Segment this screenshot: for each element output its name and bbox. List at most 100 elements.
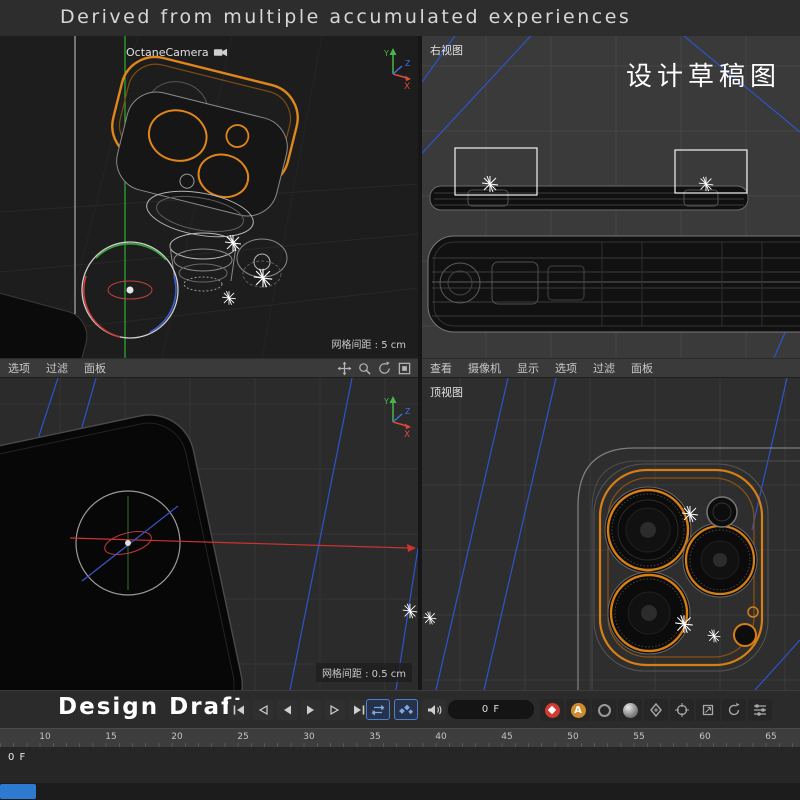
ruler-tick: 40 — [435, 732, 446, 742]
viewport-right-view[interactable]: 右视图 设计草稿图 — [422, 36, 800, 358]
menu-filter[interactable]: 过滤 — [593, 360, 615, 376]
range-start-label: 0 F — [8, 752, 26, 763]
ruler-tick: 35 — [369, 732, 380, 742]
right-view-label: 右视图 — [430, 42, 463, 58]
goto-end-icon — [352, 704, 366, 716]
previous-key-icon — [256, 704, 270, 716]
viewport-perspective[interactable]: OctaneCamera Y X Z 网格间距 : 5 cm — [0, 36, 418, 358]
autokey-button[interactable]: A — [566, 699, 590, 721]
camera-label-text: OctaneCamera — [126, 46, 209, 59]
set-key-button[interactable] — [644, 699, 668, 721]
record-position-icon — [673, 702, 691, 718]
record-scale-icon — [699, 702, 717, 718]
axis-gizmo: Y X Z — [382, 392, 414, 442]
design-draft-watermark: Design Draft — [58, 694, 246, 720]
ruler-tick: 15 — [105, 732, 116, 742]
axis-x-label: X — [404, 430, 410, 438]
loop-playback-button[interactable] — [366, 699, 390, 720]
menu-panel[interactable]: 面板 — [631, 360, 653, 376]
menu-options[interactable]: 选项 — [555, 360, 577, 376]
camera-label[interactable]: OctaneCamera — [126, 46, 228, 59]
design-sketch-watermark: 设计草稿图 — [626, 56, 781, 93]
top-banner: Derived from multiple accumulated experi… — [0, 0, 800, 36]
menu-filter[interactable]: 过滤 — [46, 360, 68, 376]
axis-y-label: Y — [383, 49, 389, 58]
record-rotation-button[interactable] — [722, 699, 746, 721]
axis-x-label: X — [404, 82, 410, 90]
perspective-scene-drawing — [0, 36, 418, 358]
grid-spacing-label: 网格间距 : 0.5 cm — [316, 663, 412, 682]
ruler-tick: 10 — [39, 732, 50, 742]
next-key-icon — [328, 704, 342, 716]
sound-icon — [426, 704, 442, 716]
menu-view[interactable]: 查看 — [430, 360, 452, 376]
set-key-icon — [647, 702, 665, 718]
ruler-tick: 55 — [633, 732, 644, 742]
keyframe-selection-icon — [598, 704, 611, 717]
timeline-scrollbar-thumb[interactable] — [0, 784, 36, 799]
ruler-tick: 50 — [567, 732, 578, 742]
record-scale-button[interactable] — [696, 699, 720, 721]
maximize-icon[interactable] — [397, 361, 412, 376]
play-icon — [304, 704, 318, 716]
play-button[interactable] — [300, 700, 322, 720]
record-keyframe-button[interactable] — [540, 699, 564, 721]
pan-icon[interactable] — [337, 361, 352, 376]
record-position-button[interactable] — [670, 699, 694, 721]
ruler-tick: 25 — [237, 732, 248, 742]
axis-gizmo: Y X Z — [382, 44, 414, 94]
keyframe-mode-icon — [398, 704, 414, 716]
viewport-top-view[interactable]: 顶视图 — [422, 378, 800, 690]
back-view-scene-drawing — [0, 378, 418, 690]
banner-title: Derived from multiple accumulated experi… — [60, 6, 631, 28]
keyframe-mode-button[interactable] — [394, 699, 418, 720]
goto-start-icon — [232, 704, 246, 716]
playback-option-controls — [366, 699, 446, 720]
sound-button[interactable] — [422, 699, 446, 720]
record-icon — [545, 703, 560, 718]
ruler-tick: 20 — [171, 732, 182, 742]
record-rotation-icon — [725, 702, 743, 718]
menu-panel[interactable]: 面板 — [84, 360, 106, 376]
axis-z-label: Z — [405, 407, 411, 416]
menu-cameras[interactable]: 摄像机 — [468, 360, 501, 376]
ruler-tick: 65 — [765, 732, 776, 742]
autokey-icon: A — [571, 703, 586, 718]
ruler-tick: 45 — [501, 732, 512, 742]
pla-button[interactable] — [618, 699, 642, 721]
timeline-scrollbar-track[interactable] — [0, 783, 800, 800]
viewport-menubar-right: 查看 摄像机 显示 选项 过滤 面板 — [422, 358, 800, 378]
parameter-sliders-icon — [751, 702, 769, 718]
viewport-menubar-left: 选项 过滤 面板 — [0, 358, 418, 378]
menu-display[interactable]: 显示 — [517, 360, 539, 376]
timeline-ruler[interactable]: 10 15 20 25 30 35 40 45 50 55 60 65 — [0, 728, 800, 747]
play-backwards-icon — [280, 704, 294, 716]
record-parameter-button[interactable] — [748, 699, 772, 721]
top-view-scene-drawing — [422, 378, 800, 690]
rotate-icon[interactable] — [377, 361, 392, 376]
next-key-button[interactable] — [324, 700, 346, 720]
axis-y-label: Y — [383, 397, 389, 406]
keying-controls: A — [540, 699, 772, 721]
keyframe-selection-button[interactable] — [592, 699, 616, 721]
transport-controls — [228, 700, 370, 720]
current-frame-value: 0 F — [482, 704, 500, 715]
timeline-bar: Design Draft — [0, 690, 800, 728]
top-view-label: 顶视图 — [430, 384, 463, 400]
previous-key-button[interactable] — [252, 700, 274, 720]
ruler-tick: 30 — [303, 732, 314, 742]
loop-icon — [370, 704, 386, 716]
play-backwards-button[interactable] — [276, 700, 298, 720]
axis-z-label: Z — [405, 59, 411, 68]
camera-icon — [213, 47, 228, 58]
grid-spacing-label: 网格间距 : 5 cm — [325, 334, 412, 353]
goto-start-button[interactable] — [228, 700, 250, 720]
c4d-application-window: Derived from multiple accumulated experi… — [0, 0, 800, 800]
timeline-range-area: 0 F — [0, 747, 800, 800]
current-frame-slider[interactable]: 0 F — [448, 700, 534, 719]
viewport-back-view[interactable]: Y X Z 网格间距 : 0.5 cm — [0, 378, 418, 690]
sphere-icon — [623, 703, 638, 718]
dolly-icon[interactable] — [357, 361, 372, 376]
ruler-tick: 60 — [699, 732, 710, 742]
menu-options[interactable]: 选项 — [8, 360, 30, 376]
